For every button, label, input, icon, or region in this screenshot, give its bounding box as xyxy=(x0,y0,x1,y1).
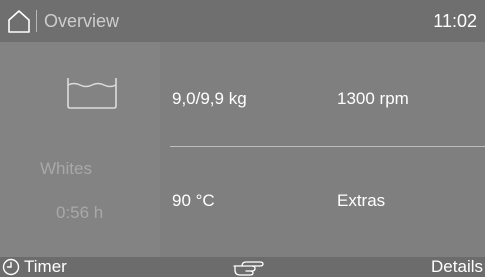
spin-speed-setting[interactable]: 1300 rpm xyxy=(337,88,409,110)
clock-icon xyxy=(2,258,20,276)
program-panel[interactable]: Whites 0:56 h xyxy=(0,42,160,257)
clock-time: 11:02 xyxy=(433,11,477,31)
header-separator xyxy=(36,10,37,32)
footer-bar: Timer Details xyxy=(0,257,485,277)
load-setting[interactable]: 9,0/9,9 kg xyxy=(172,88,247,110)
temperature-setting[interactable]: 90 °C xyxy=(172,190,215,212)
hand-pointer-icon[interactable] xyxy=(232,258,266,276)
home-icon[interactable] xyxy=(6,8,32,34)
program-duration: 0:56 h xyxy=(56,203,104,222)
header-bar: Overview 11:02 xyxy=(0,0,485,42)
timer-label: Timer xyxy=(24,257,67,276)
details-button[interactable]: Details xyxy=(431,257,483,277)
program-name: Whites xyxy=(40,159,92,178)
wash-tub-icon xyxy=(67,78,117,109)
params-divider xyxy=(170,146,485,147)
timer-button[interactable]: Timer xyxy=(2,257,67,277)
extras-button[interactable]: Extras xyxy=(337,190,385,212)
washer-display: Overview 11:02 Whites 0:56 h 9,0/9,9 kg … xyxy=(0,0,485,277)
page-title: Overview xyxy=(44,11,120,31)
